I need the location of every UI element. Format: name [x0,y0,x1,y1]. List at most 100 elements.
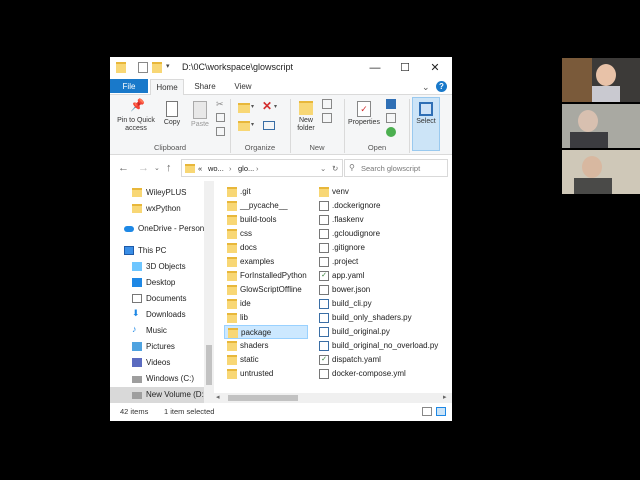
nav-scrollbar[interactable] [204,181,214,403]
list-item[interactable]: bower.json [316,283,450,297]
scroll-right-icon[interactable]: ▸ [443,393,447,401]
list-item[interactable]: ForInstalledPython [224,269,308,283]
nav-item-this-pc[interactable]: This PC [110,243,206,259]
list-item[interactable]: static [224,353,308,367]
list-item[interactable]: .git [224,185,308,199]
nav-item-downloads[interactable]: ⬇ Downloads [110,307,206,323]
nav-item-label: WileyPLUS [146,188,187,197]
list-item[interactable]: lib [224,311,308,325]
list-item[interactable]: shaders [224,339,308,353]
list-item[interactable]: GlowScriptOffline [224,283,308,297]
nav-item-documents[interactable]: Documents [110,291,206,307]
chevron-down-icon[interactable]: ▾ [251,121,254,128]
pin-to-quick-access-button[interactable]: 📌 Pin to Quick access [114,99,158,133]
nav-item-windows-c[interactable]: Windows (C:) [110,371,206,387]
list-item[interactable]: docs [224,241,308,255]
delete-icon[interactable]: ✕ [262,99,272,113]
list-item[interactable]: build_original_no_overload.py [316,339,450,353]
select-button[interactable]: Select [412,97,440,151]
maximize-button[interactable]: ☐ [390,59,420,77]
recent-locations-chevron-icon[interactable]: ⌄ [154,164,160,172]
nav-item-pictures[interactable]: Pictures [110,339,206,355]
paste-button[interactable]: Paste [188,101,212,129]
scrollbar-thumb[interactable] [206,345,212,385]
chevron-right-icon[interactable]: › [256,164,259,173]
nav-item-wxpython[interactable]: wxPython [110,201,206,217]
nav-item-new-volume-d[interactable]: New Volume (D:) [110,387,206,403]
tab-view[interactable]: View [226,79,260,95]
list-item[interactable]: ide [224,297,308,311]
chevron-down-icon[interactable]: ▾ [274,103,277,110]
new-item-icon[interactable] [322,99,332,109]
breadcrumb-overflow[interactable]: « [198,164,202,173]
list-item[interactable]: .dockerignore [316,199,450,213]
status-bar: 42 items 1 item selected [110,403,452,421]
video-thumbnail-2 [562,104,640,148]
refresh-icon[interactable]: ↻ [332,164,338,173]
search-input[interactable]: Search glowscript [361,164,420,173]
nav-item-desktop[interactable]: Desktop [110,275,206,291]
chevron-right-icon[interactable]: › [229,164,232,173]
address-box[interactable]: « wo... › glo... › ⌄ ↻ [181,159,343,177]
forward-arrow-icon[interactable]: → [138,162,149,174]
list-item[interactable]: build_cli.py [316,297,450,311]
large-icons-view-icon[interactable] [436,407,446,416]
properties-button[interactable]: ✓ Properties [346,101,382,127]
list-item[interactable]: .flaskenv [316,213,450,227]
list-item[interactable]: build_original.py [316,325,450,339]
minimize-button[interactable]: — [360,59,390,77]
details-view-icon[interactable] [422,407,432,416]
rename-icon[interactable] [263,121,275,130]
list-item[interactable]: __pycache__ [224,199,308,213]
list-item[interactable]: .project [316,255,450,269]
list-item[interactable]: .gcloudignore [316,227,450,241]
breadcrumb-workspace[interactable]: wo... [208,164,224,173]
expand-ribbon-icon[interactable]: ⌄ [422,82,430,93]
address-dropdown-icon[interactable]: ⌄ [320,164,326,173]
file-name: app.yaml [332,271,365,280]
copy-to-icon[interactable] [238,121,250,131]
nav-item-onedrive[interactable]: OneDrive - Person [110,221,206,237]
cut-icon[interactable]: ✂ [216,99,224,110]
scroll-left-icon[interactable]: ◂ [216,393,220,401]
tab-home[interactable]: Home [150,79,184,96]
breadcrumb-glowscript[interactable]: glo... [238,164,254,173]
list-item[interactable]: ✓ app.yaml [316,269,450,283]
paste-shortcut-icon[interactable] [216,127,225,136]
list-item[interactable]: venv [316,185,450,199]
nav-item-3d-objects[interactable]: 3D Objects [110,259,206,275]
search-box[interactable]: ⚲ Search glowscript [344,159,448,177]
list-item[interactable]: css [224,227,308,241]
open-icon[interactable] [386,99,396,109]
list-item[interactable]: build-tools [224,213,308,227]
list-item[interactable]: docker-compose.yml [316,367,450,381]
close-button[interactable]: ✕ [420,59,450,77]
chevron-down-icon[interactable]: ▾ [166,62,176,73]
new-folder-icon[interactable] [152,62,162,73]
copy-path-icon[interactable] [216,113,225,122]
properties-icon[interactable] [138,62,148,73]
horizontal-scrollbar[interactable]: ◂ ▸ [214,393,452,403]
nav-item-music[interactable]: ♪ Music [110,323,206,339]
copy-button[interactable]: Copy [160,101,184,127]
move-to-icon[interactable] [238,103,250,113]
nav-item-videos[interactable]: Videos [110,355,206,371]
nav-item-wileyplus[interactable]: WileyPLUS [110,185,206,201]
list-item[interactable]: .gitignore [316,241,450,255]
help-icon[interactable]: ? [436,81,447,92]
list-item[interactable]: build_only_shaders.py [316,311,450,325]
list-item[interactable]: untrusted [224,367,308,381]
back-arrow-icon[interactable]: ← [118,162,129,174]
chevron-down-icon[interactable]: ▾ [251,103,254,110]
list-item[interactable]: examples [224,255,308,269]
list-item-selected[interactable]: package [224,325,308,339]
scrollbar-thumb[interactable] [228,395,298,401]
history-icon[interactable] [386,127,396,137]
new-folder-button[interactable]: New folder [292,101,320,133]
edit-icon[interactable] [386,113,396,123]
tab-file[interactable]: File [110,79,148,93]
easy-access-icon[interactable] [322,113,332,123]
up-arrow-icon[interactable]: ↑ [166,162,172,174]
list-item[interactable]: ✓ dispatch.yaml [316,353,450,367]
tab-share[interactable]: Share [188,79,222,95]
